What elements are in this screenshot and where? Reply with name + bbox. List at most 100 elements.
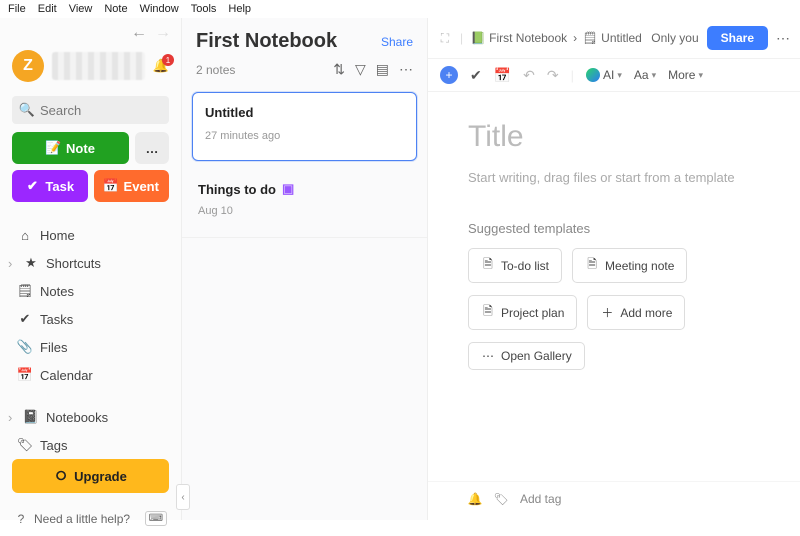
sort-icon[interactable]: ⇅ bbox=[333, 61, 345, 78]
breadcrumb-note[interactable]: 🗒Untitled bbox=[583, 31, 642, 45]
new-event-label: Event bbox=[124, 179, 159, 194]
nav-back-icon[interactable]: ← bbox=[131, 24, 147, 42]
note-title: Untitled bbox=[205, 105, 404, 120]
task-toggle-icon[interactable]: ✔ bbox=[470, 67, 482, 84]
avatar[interactable]: Z bbox=[12, 50, 44, 82]
note-title-input[interactable]: Title bbox=[468, 120, 760, 154]
note-icon: 🗒 bbox=[18, 283, 32, 299]
notebook-icon: 📓 bbox=[24, 409, 38, 425]
upgrade-button[interactable]: ⭘ Upgrade bbox=[12, 459, 169, 493]
menu-help[interactable]: Help bbox=[228, 3, 251, 15]
redo-icon[interactable]: ↷ bbox=[547, 67, 559, 84]
search-input[interactable]: 🔍 Search bbox=[12, 96, 169, 124]
notebook-share-link[interactable]: Share bbox=[381, 35, 413, 49]
breadcrumb: 📗First Notebook › 🗒Untitled bbox=[471, 31, 643, 45]
plus-icon: ＋ bbox=[600, 304, 614, 321]
sidebar-item-label: Shortcuts bbox=[46, 256, 101, 271]
more-dropdown[interactable]: More▾ bbox=[668, 68, 703, 82]
home-icon: ⌂ bbox=[18, 228, 32, 243]
doc-icon: 🗎 bbox=[585, 255, 599, 276]
menu-note[interactable]: Note bbox=[104, 3, 127, 15]
ai-button[interactable]: AI▾ bbox=[586, 68, 622, 82]
filter-icon[interactable]: ▽ bbox=[355, 61, 366, 78]
check-icon: ✔ bbox=[18, 311, 32, 327]
menu-view[interactable]: View bbox=[69, 3, 93, 15]
sidebar-item-label: Files bbox=[40, 340, 67, 355]
add-tag-input[interactable]: Add tag bbox=[520, 492, 561, 506]
doc-icon: 🗎 bbox=[481, 302, 495, 323]
template-todo[interactable]: 🗎To-do list bbox=[468, 248, 562, 283]
layout-icon[interactable]: ▤ bbox=[376, 61, 389, 78]
note-time: 27 minutes ago bbox=[205, 130, 404, 142]
sidebar-item-notebooks[interactable]: ›📓Notebooks bbox=[4, 403, 177, 431]
sidebar-item-files[interactable]: 📎 Files bbox=[4, 333, 177, 361]
note-body-input[interactable]: Start writing, drag files or start from … bbox=[468, 170, 760, 185]
template-gallery[interactable]: ⋯Open Gallery bbox=[468, 342, 585, 370]
calendar-insert-icon[interactable]: 📅 bbox=[494, 67, 511, 84]
help-icon: ? bbox=[14, 512, 28, 526]
sidebar-item-shortcuts[interactable]: ›★Shortcuts bbox=[4, 249, 177, 277]
search-placeholder: Search bbox=[40, 103, 81, 118]
new-task-label: Task bbox=[45, 179, 74, 194]
note-count: 2 notes bbox=[196, 63, 235, 77]
note-card-selected[interactable]: Untitled 27 minutes ago bbox=[192, 92, 417, 161]
upgrade-icon: ⭘ bbox=[54, 468, 68, 484]
template-meeting[interactable]: 🗎Meeting note bbox=[572, 248, 687, 283]
ai-icon bbox=[586, 68, 600, 82]
sidebar-item-home[interactable]: ⌂Home bbox=[4, 222, 177, 249]
paperclip-icon: 📎 bbox=[18, 339, 32, 355]
notebook-icon: 📗 bbox=[471, 31, 485, 45]
menu-tools[interactable]: Tools bbox=[191, 3, 217, 15]
chevron-right-icon: › bbox=[8, 256, 16, 271]
upgrade-label: Upgrade bbox=[74, 469, 127, 484]
menu-window[interactable]: Window bbox=[140, 3, 179, 15]
note-icon: 🗒 bbox=[583, 31, 597, 45]
new-note-button[interactable]: 📝 Note bbox=[12, 132, 129, 164]
nav-forward-icon[interactable]: → bbox=[155, 24, 171, 42]
overflow-icon[interactable]: ⋯ bbox=[399, 61, 413, 78]
keyboard-icon[interactable]: ⌨ bbox=[145, 511, 167, 526]
expand-icon[interactable]: ⛶ bbox=[438, 31, 452, 46]
calendar-icon: 📅 bbox=[18, 367, 32, 383]
sidebar-item-label: Notebooks bbox=[46, 410, 108, 425]
menu-edit[interactable]: Edit bbox=[38, 3, 57, 15]
overflow-icon[interactable]: ⋯ bbox=[776, 30, 790, 47]
template-project[interactable]: 🗎Project plan bbox=[468, 295, 577, 330]
sidebar-item-tags[interactable]: 🏷 Tags bbox=[4, 431, 177, 459]
editor-panel: ⛶ | 📗First Notebook › 🗒Untitled Only you… bbox=[428, 18, 800, 520]
calendar-plus-icon: 📅 bbox=[104, 178, 118, 194]
help-link[interactable]: ?Need a little help? bbox=[14, 512, 130, 526]
sidebar-item-label: Calendar bbox=[40, 368, 93, 383]
breadcrumb-notebook[interactable]: 📗First Notebook bbox=[471, 31, 567, 45]
sidebar-collapse-handle[interactable]: ‹ bbox=[176, 484, 190, 510]
reminder-icon[interactable]: 🔔 bbox=[468, 492, 482, 506]
search-icon: 🔍 bbox=[20, 102, 34, 118]
doc-icon: 🗎 bbox=[481, 255, 495, 276]
new-event-button[interactable]: 📅 Event bbox=[94, 170, 170, 202]
font-dropdown[interactable]: Aa▾ bbox=[634, 68, 656, 82]
share-button[interactable]: Share bbox=[707, 26, 768, 50]
sidebar-item-label: Tasks bbox=[40, 312, 73, 327]
insert-button[interactable]: + bbox=[440, 66, 458, 84]
sidebar-item-label: Tags bbox=[40, 438, 67, 453]
note-time: Aug 10 bbox=[198, 205, 411, 217]
sidebar-item-calendar[interactable]: 📅 Calendar bbox=[4, 361, 177, 389]
note-row[interactable]: Things to do▣ Aug 10 bbox=[182, 167, 427, 238]
bell-icon[interactable]: 🔔1 bbox=[153, 58, 169, 74]
menubar: File Edit View Note Window Tools Help bbox=[0, 0, 800, 18]
check-circle-icon: ✔ bbox=[25, 178, 39, 194]
template-addmore[interactable]: ＋Add more bbox=[587, 295, 685, 330]
tag-icon: 🏷 bbox=[18, 437, 32, 453]
sidebar-item-tasks[interactable]: ✔ Tasks bbox=[4, 305, 177, 333]
menu-file[interactable]: File bbox=[8, 3, 26, 15]
notebook-title: First Notebook bbox=[196, 30, 337, 53]
undo-icon[interactable]: ↶ bbox=[523, 67, 535, 84]
new-note-more-button[interactable]: … bbox=[135, 132, 169, 164]
new-task-button[interactable]: ✔ Task bbox=[12, 170, 88, 202]
suggested-templates-heading: Suggested templates bbox=[468, 221, 760, 236]
note-list-panel: First Notebook Share 2 notes ⇅ ▽ ▤ ⋯ Unt… bbox=[182, 18, 428, 520]
notification-badge: 1 bbox=[162, 54, 174, 66]
tag-add-icon[interactable]: 🏷 bbox=[494, 492, 508, 506]
visibility-label[interactable]: Only you bbox=[651, 31, 698, 45]
sidebar-item-notes[interactable]: 🗒Notes bbox=[4, 277, 177, 305]
